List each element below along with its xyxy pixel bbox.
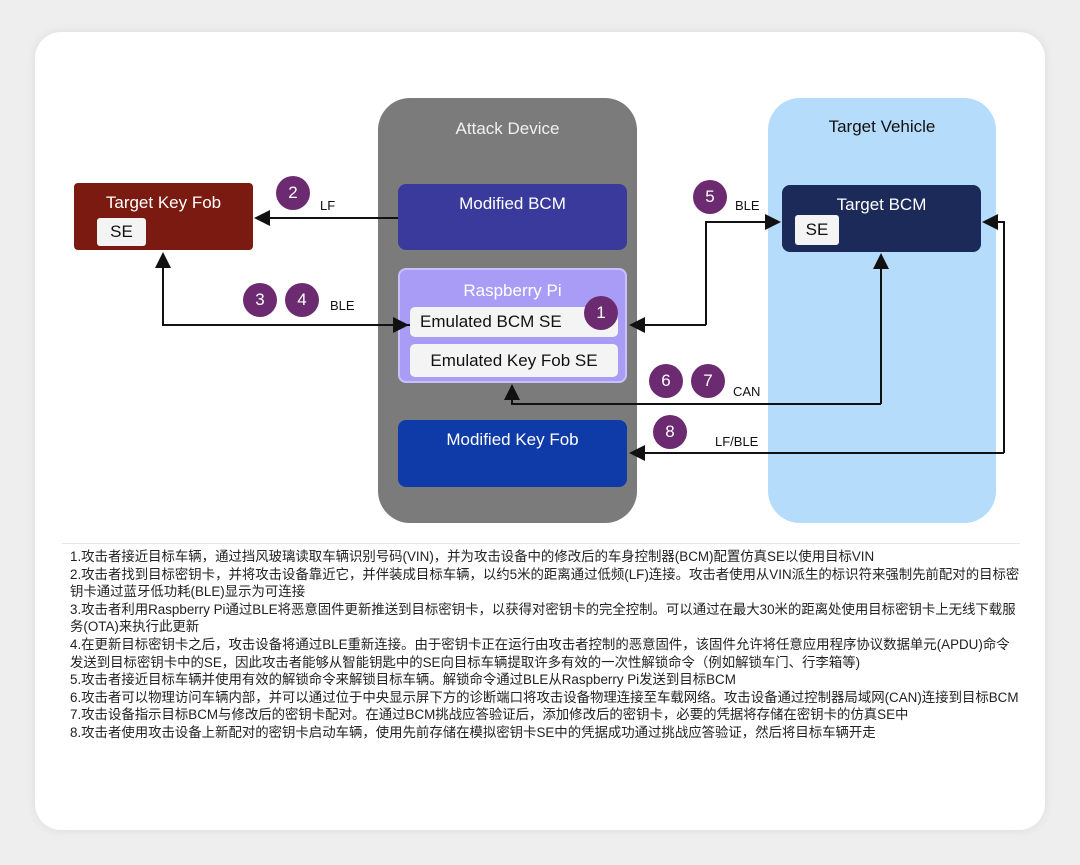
note-7: 7.攻击设备指示目标BCM与修改后的密钥卡配对。在通过BCM挑战应答验证后，添加… <box>70 707 909 723</box>
ble-bcm-arrow <box>705 214 781 325</box>
step-badge-3: 3 <box>243 283 277 317</box>
step-badge-7: 7 <box>691 364 725 398</box>
divider <box>62 543 1020 544</box>
note-6: 6.攻击者可以物理访问车辆内部，并可以通过位于中央显示屏下方的诊断端口将攻击设备… <box>70 689 1019 705</box>
ble-fob-label: BLE <box>330 298 355 313</box>
note-1: 1.攻击者接近目标车辆，通过挡风玻璃读取车辆识别号码(VIN)，并为攻击设备中的… <box>70 549 875 564</box>
note-3: 3.攻击者利用Raspberry Pi通过BLE将恶意固件更新推送到目标密钥卡，… <box>70 601 1016 635</box>
step-badge-5: 5 <box>693 180 727 214</box>
note-5: 5.攻击者接近目标车辆并使用有效的解锁命令来解锁目标车辆。解锁命令通过BLE从R… <box>70 672 736 688</box>
note-4: 4.在更新目标密钥卡之后，攻击设备将通过BLE重新连接。由于密钥卡正在运行由攻击… <box>70 636 1010 670</box>
lf-ble-arrow <box>982 214 1005 453</box>
note-8: 8.攻击者使用攻击设备上新配对的密钥卡启动车辆，使用先前存储在模拟密钥卡SE中的… <box>70 724 876 740</box>
note-2: 2.攻击者找到目标密钥卡，并将攻击设备靠近它，并伴装成目标车辆，以约5米的距离通… <box>70 566 1020 600</box>
step-badge-6: 6 <box>649 364 683 398</box>
step-badge-2: 2 <box>276 176 310 210</box>
ble-fob-arrow <box>155 252 410 326</box>
step-badge-1: 1 <box>584 296 618 330</box>
can-label: CAN <box>733 384 761 399</box>
ble-bcm-label: BLE <box>735 198 760 213</box>
step-badge-8: 8 <box>653 415 687 449</box>
lf-label: LF <box>320 198 336 213</box>
lf-ble-label: LF/BLE <box>715 434 759 449</box>
step-badge-4: 4 <box>285 283 319 317</box>
step-notes: 1.攻击者接近目标车辆，通过挡风玻璃读取车辆识别号码(VIN)，并为攻击设备中的… <box>70 548 1020 742</box>
